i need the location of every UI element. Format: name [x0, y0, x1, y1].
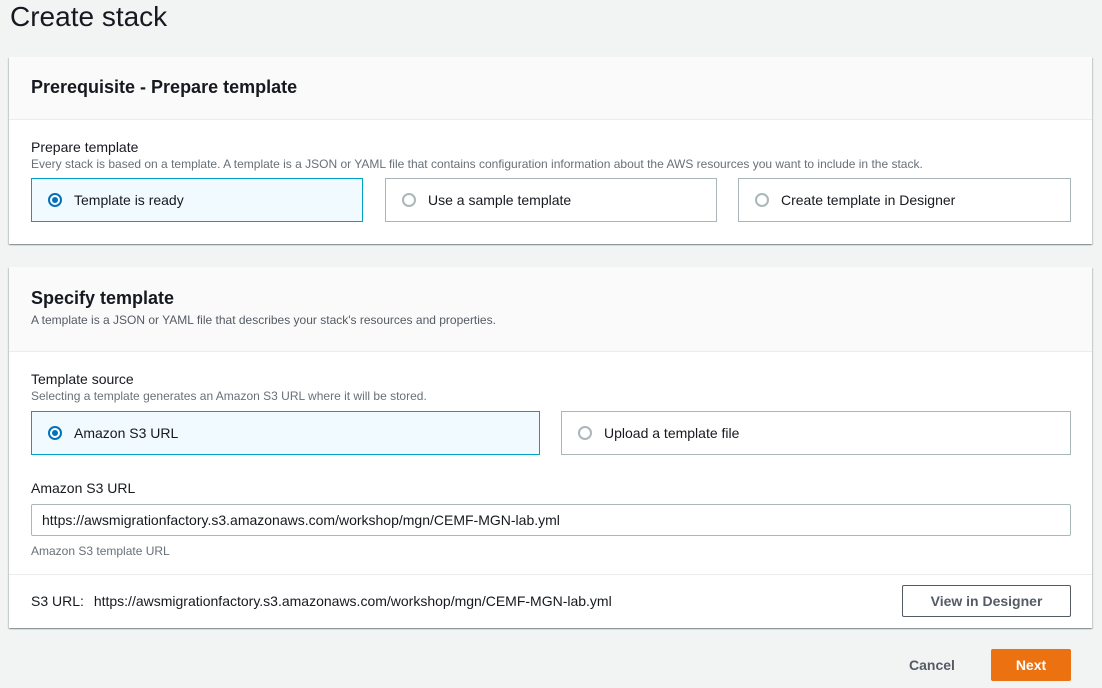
option-label: Use a sample template: [428, 192, 572, 208]
option-label: Template is ready: [74, 192, 184, 208]
option-label: Create template in Designer: [781, 192, 956, 208]
s3-url-input[interactable]: [31, 504, 1071, 536]
option-use-sample-template[interactable]: Use a sample template: [385, 178, 717, 222]
template-source-label: Template source: [31, 371, 134, 387]
prerequisite-panel: Prerequisite - Prepare template Prepare …: [9, 57, 1092, 244]
prepare-template-label: Prepare template: [31, 139, 139, 155]
option-create-in-designer[interactable]: Create template in Designer: [738, 178, 1071, 222]
radio-unselected-icon: [578, 426, 592, 440]
prepare-template-description: Every stack is based on a template. A te…: [31, 157, 923, 171]
s3-url-hint: Amazon S3 template URL: [31, 544, 170, 558]
template-source-description: Selecting a template generates an Amazon…: [31, 389, 427, 403]
prerequisite-panel-header: Prerequisite - Prepare template: [9, 57, 1092, 120]
next-button[interactable]: Next: [991, 649, 1071, 681]
option-template-is-ready[interactable]: Template is ready: [31, 178, 363, 222]
specify-template-heading: Specify template: [31, 288, 175, 308]
prerequisite-heading: Prerequisite - Prepare template: [31, 77, 298, 97]
specify-template-description: A template is a JSON or YAML file that d…: [31, 313, 496, 327]
option-label: Upload a template file: [604, 425, 740, 441]
create-stack-page: Create stack Prerequisite - Prepare temp…: [0, 0, 1102, 688]
s3-url-summary-row: S3 URL: https://awsmigrationfactory.s3.a…: [9, 574, 1092, 628]
s3-url-summary: S3 URL: https://awsmigrationfactory.s3.a…: [31, 593, 612, 609]
specify-template-panel: Specify template A template is a JSON or…: [9, 267, 1092, 628]
radio-selected-icon: [48, 193, 62, 207]
option-upload-template-file[interactable]: Upload a template file: [561, 411, 1071, 455]
prepare-template-field: Prepare template Every stack is based on…: [31, 139, 923, 171]
s3-url-label: Amazon S3 URL: [31, 480, 136, 496]
radio-unselected-icon: [402, 193, 416, 207]
cancel-button[interactable]: Cancel: [887, 649, 977, 681]
template-source-field: Template source Selecting a template gen…: [31, 371, 427, 403]
view-in-designer-button[interactable]: View in Designer: [902, 585, 1071, 617]
radio-selected-icon: [48, 426, 62, 440]
radio-unselected-icon: [755, 193, 769, 207]
s3-url-summary-value: https://awsmigrationfactory.s3.amazonaws…: [93, 593, 612, 609]
s3-url-summary-label: S3 URL:: [31, 593, 84, 609]
option-amazon-s3-url[interactable]: Amazon S3 URL: [31, 411, 540, 455]
specify-template-panel-header: Specify template A template is a JSON or…: [9, 267, 1092, 352]
page-title: Create stack: [10, 1, 168, 32]
option-label: Amazon S3 URL: [74, 425, 179, 441]
